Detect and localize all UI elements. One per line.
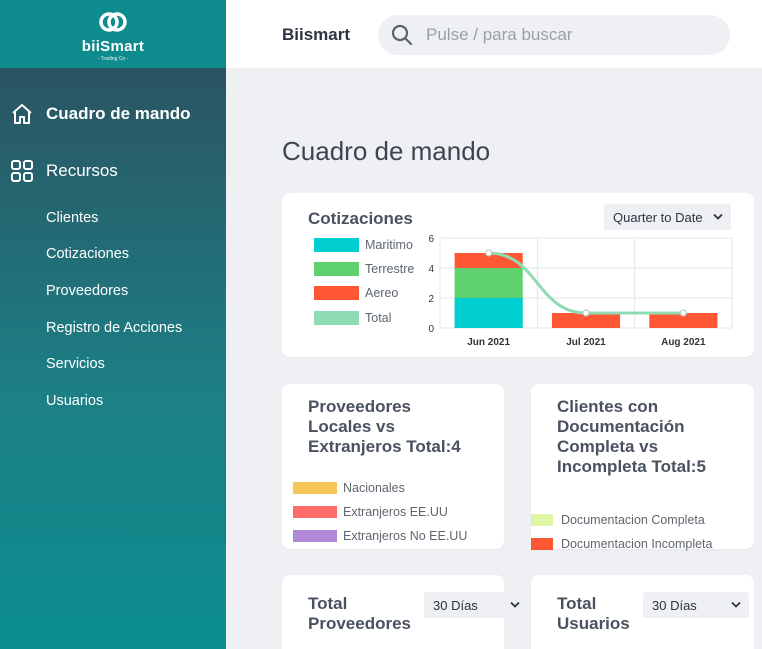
brand-tagline: - Trading Co -	[97, 55, 129, 62]
legend-swatch	[314, 262, 359, 276]
search-bar[interactable]	[378, 15, 730, 55]
legend-documentacion-completa[interactable]: Documentacion Completa	[531, 513, 705, 527]
point-total	[679, 309, 687, 317]
clientes-title-line: Documentación	[557, 417, 685, 436]
legend-maritimo[interactable]: Maritimo	[314, 238, 413, 252]
clientes-title-line: Completa vs	[557, 437, 659, 456]
total-proveedores-period-select[interactable]: 30 Días	[424, 592, 528, 618]
legend-extranjeros-no-eeuu[interactable]: Extranjeros No EE.UU	[293, 529, 467, 543]
proveedores-title: Proveedores Locales vs Extranjeros Total…	[308, 397, 461, 457]
total-proveedores-title-line: Total	[308, 594, 348, 613]
sidebar-item-usuarios[interactable]: Usuarios	[46, 393, 103, 409]
legend-label: Nacionales	[343, 481, 405, 495]
sidebar-item-registro-acciones[interactable]: Registro de Acciones	[46, 320, 182, 336]
sidebar-item-clientes[interactable]: Clientes	[46, 210, 98, 226]
proveedores-title-line: Proveedores	[308, 397, 411, 416]
sidebar-item-servicios[interactable]: Servicios	[46, 356, 105, 372]
bar-maritimo	[454, 298, 523, 328]
legend-extranjeros-eeuu[interactable]: Extranjeros EE.UU	[293, 505, 448, 519]
legend-swatch	[293, 530, 337, 542]
chevron-down-icon	[510, 601, 520, 608]
legend-swatch	[314, 238, 359, 252]
clientes-title: Clientes con Documentación Completa vs I…	[557, 397, 706, 477]
total-usuarios-title-line: Total	[557, 594, 597, 613]
y-tick-label: 6	[428, 234, 434, 245]
legend-swatch	[314, 311, 359, 325]
home-icon	[12, 104, 32, 124]
total-proveedores-title: Total Proveedores	[308, 594, 411, 634]
point-total	[485, 249, 493, 257]
legend-label: Aereo	[365, 286, 399, 300]
legend-swatch	[314, 286, 359, 300]
legend-swatch	[293, 482, 337, 494]
legend-label: Extranjeros EE.UU	[343, 505, 448, 519]
brand-logo[interactable]: biiSmart - Trading Co -	[0, 0, 226, 68]
total-usuarios-title: Total Usuarios	[557, 594, 630, 634]
y-tick-label: 2	[428, 294, 434, 305]
clientes-title-line: Clientes con	[557, 397, 659, 416]
nav-resources[interactable]: Recursos	[10, 159, 118, 183]
sidebar-item-proveedores[interactable]: Proveedores	[46, 283, 128, 299]
clientes-title-line: Incompleta Total:5	[557, 457, 706, 476]
legend-aereo[interactable]: Aereo	[314, 286, 398, 300]
cotizaciones-title: Cotizaciones	[308, 209, 413, 228]
sidebar: biiSmart - Trading Co - Cuadro de mando …	[0, 0, 226, 649]
legend-swatch	[531, 538, 553, 550]
bar-terrestre	[454, 268, 523, 298]
legend-total[interactable]: Total	[314, 311, 391, 325]
page-title: Cuadro de mando	[282, 136, 491, 166]
legend-swatch	[293, 506, 337, 518]
cotizaciones-chart: 0 2 4 6 Jun 2021 Jul 2021 Aug 2021	[428, 234, 733, 348]
app-name: Biismart	[282, 25, 351, 44]
x-tick-label: Jul 2021	[566, 337, 606, 348]
proveedores-title-line: Extranjeros Total:4	[308, 437, 461, 456]
point-total	[582, 309, 590, 317]
proveedores-title-line: Locales vs	[308, 417, 395, 436]
legend-documentacion-incompleta[interactable]: Documentacion Incompleta	[531, 537, 712, 551]
grid-icon	[11, 160, 33, 182]
legend-label: Extranjeros No EE.UU	[343, 529, 468, 543]
total-usuarios-period-value: 30 Días	[652, 597, 697, 613]
chevron-down-icon	[731, 601, 741, 608]
nav-resources-label: Recursos	[46, 161, 118, 180]
legend-nacionales[interactable]: Nacionales	[293, 481, 405, 495]
total-proveedores-title-line: Proveedores	[308, 614, 411, 633]
total-usuarios-title-line: Usuarios	[557, 614, 630, 633]
legend-label: Documentacion Completa	[561, 513, 705, 527]
total-usuarios-period-select[interactable]: 30 Días	[643, 592, 749, 618]
legend-swatch	[531, 514, 553, 526]
nav-dashboard[interactable]: Cuadro de mando	[10, 102, 191, 126]
total-proveedores-period-value: 30 Días	[433, 597, 478, 613]
legend-label: Documentacion Incompleta	[561, 537, 713, 551]
cotizaciones-period-value: Quarter to Date	[613, 209, 703, 225]
y-tick-label: 0	[428, 324, 434, 335]
sidebar-item-cotizaciones[interactable]: Cotizaciones	[46, 246, 129, 262]
search-icon	[391, 24, 413, 46]
x-tick-label: Aug 2021	[661, 337, 706, 348]
legend-label: Total	[365, 311, 392, 325]
search-input[interactable]	[426, 15, 716, 55]
nav-dashboard-label: Cuadro de mando	[46, 104, 191, 123]
top-header: Biismart	[226, 0, 762, 68]
legend-label: Maritimo	[365, 238, 413, 252]
brand-name: biiSmart	[81, 37, 145, 55]
logo-icon	[99, 11, 127, 32]
y-tick-label: 4	[428, 264, 434, 275]
legend-label: Terrestre	[365, 262, 415, 276]
legend-terrestre[interactable]: Terrestre	[314, 262, 414, 276]
x-tick-label: Jun 2021	[467, 337, 510, 348]
chevron-down-icon	[713, 213, 723, 220]
